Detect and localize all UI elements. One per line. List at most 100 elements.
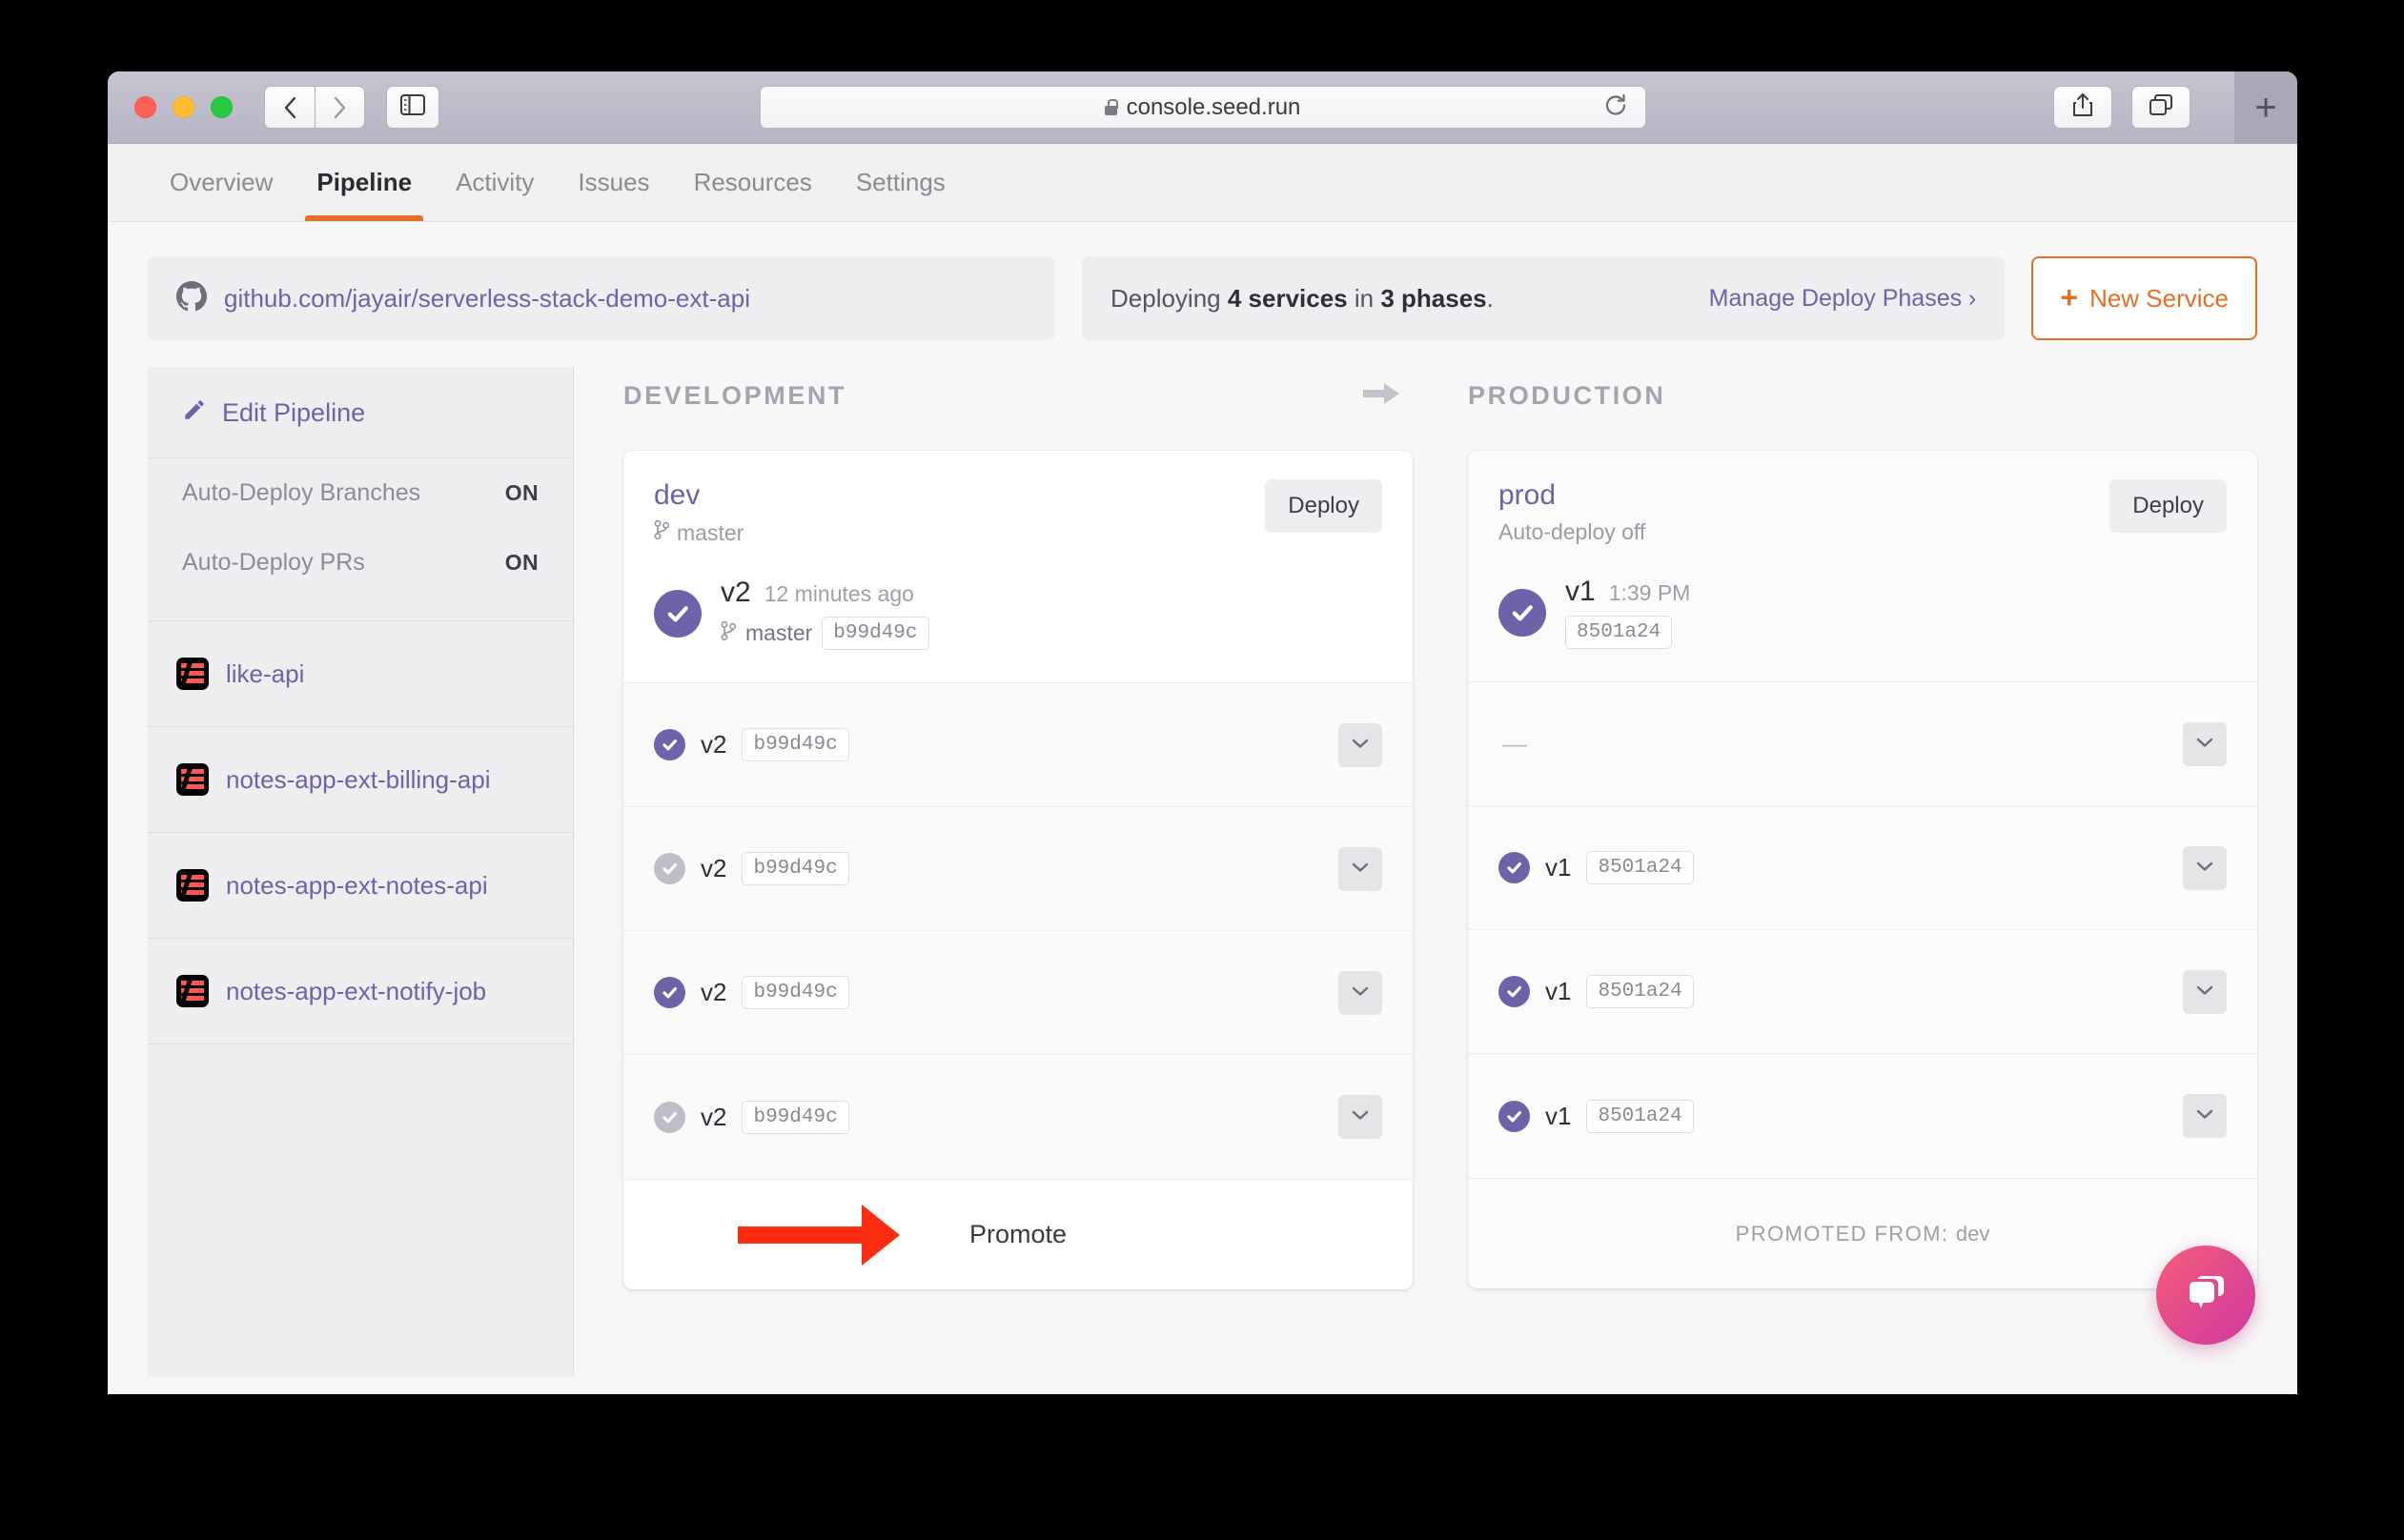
promoted-from-stage: dev (1955, 1221, 1990, 1246)
edit-pipeline-link[interactable]: Edit Pipeline (148, 367, 573, 458)
stage-name[interactable]: dev (654, 479, 744, 512)
expand-row-button[interactable] (1338, 970, 1382, 1015)
tab-resources[interactable]: Resources (672, 144, 834, 221)
build-version: v1 (1565, 576, 1596, 607)
service-commit-hash[interactable]: 8501a24 (1586, 851, 1694, 884)
reload-button[interactable] (1603, 92, 1628, 122)
expand-row-button[interactable] (2183, 845, 2227, 890)
expand-row-button[interactable] (2183, 969, 2227, 1014)
stage-service-rows-prod: — v1 8501a24 v1 8501a24 v1 8501a24 (1468, 681, 2257, 1178)
setting-value: ON (504, 550, 539, 575)
stage-card-prod: prod Auto-deploy off Deploy v1 1:39 PM 8… (1468, 451, 2257, 1288)
table-row[interactable]: v1 8501a24 (1468, 930, 2257, 1054)
forward-button[interactable] (315, 86, 365, 129)
table-row[interactable]: — (1468, 682, 2257, 806)
stage-name[interactable]: prod (1498, 479, 1645, 512)
expand-row-button[interactable] (2183, 1094, 2227, 1138)
setting-auto-deploy-prs[interactable]: Auto-Deploy PRs ON (148, 528, 573, 598)
service-commit-hash[interactable]: b99d49c (742, 1100, 849, 1134)
service-build-info: v2 b99d49c (654, 1100, 849, 1134)
chevron-down-icon (2196, 860, 2213, 877)
maximize-window-button[interactable] (211, 96, 233, 118)
promote-footer[interactable]: Promote (623, 1179, 1413, 1289)
sidebar-service-notes-app-ext-notes-api[interactable]: notes-app-ext-notes-api (148, 833, 573, 939)
chevron-left-icon (283, 96, 296, 119)
share-icon (2072, 92, 2093, 122)
setting-auto-deploy-branches[interactable]: Auto-Deploy Branches ON (148, 458, 573, 528)
sidebar-toggle-button[interactable] (386, 86, 439, 129)
chevron-down-icon (1352, 737, 1369, 754)
new-tab-button[interactable]: + (2234, 71, 2297, 144)
setting-label: Auto-Deploy PRs (182, 549, 365, 576)
service-commit-hash[interactable]: 8501a24 (1586, 975, 1694, 1008)
build-status-success-icon (654, 977, 685, 1008)
tab-activity[interactable]: Activity (434, 144, 556, 221)
address-bar[interactable]: console.seed.run (759, 86, 1646, 129)
chevron-right-icon (334, 96, 347, 119)
expand-row-button[interactable] (1338, 1095, 1382, 1139)
service-commit-hash[interactable]: b99d49c (742, 976, 849, 1009)
promote-button-label: Promote (968, 1220, 1068, 1248)
toolbar-right-buttons (2053, 86, 2190, 129)
tab-pipeline[interactable]: Pipeline (295, 144, 434, 221)
chat-support-button[interactable] (2156, 1246, 2255, 1345)
page-body: Edit Pipeline Auto-Deploy Branches ON Au… (108, 340, 2297, 1377)
expand-row-button[interactable] (2183, 721, 2227, 766)
sidebar-service-like-api[interactable]: like-api (148, 621, 573, 727)
build-commit-hash[interactable]: b99d49c (822, 617, 929, 650)
back-button[interactable] (264, 86, 315, 129)
build-status-success-icon (654, 589, 702, 638)
build-status-success-icon (1498, 1100, 1530, 1132)
tab-settings[interactable]: Settings (834, 144, 968, 221)
sidebar-service-notes-app-ext-notify-job[interactable]: notes-app-ext-notify-job (148, 939, 573, 1044)
build-status-success-icon (1498, 588, 1546, 637)
new-service-label: New Service (2089, 283, 2229, 313)
new-service-button[interactable]: + New Service (2031, 256, 2257, 340)
minimize-window-button[interactable] (173, 96, 194, 118)
sidebar-service-notes-app-ext-billing-api[interactable]: notes-app-ext-billing-api (148, 727, 573, 833)
show-tabs-button[interactable] (2131, 86, 2190, 129)
expand-row-button[interactable] (1338, 846, 1382, 891)
manage-deploy-phases-link[interactable]: Manage Deploy Phases › (1709, 285, 1977, 313)
tab-overview[interactable]: Overview (148, 144, 295, 221)
build-status-success-icon (1498, 852, 1530, 883)
url-text: console.seed.run (1126, 93, 1301, 120)
table-row[interactable]: v2 b99d49c (623, 683, 1413, 807)
service-commit-hash[interactable]: b99d49c (742, 728, 849, 761)
deploy-button-dev[interactable]: Deploy (1265, 479, 1382, 533)
table-row[interactable]: v2 b99d49c (623, 1055, 1413, 1179)
service-build-info: v2 b99d49c (654, 728, 849, 761)
chevron-down-icon (2196, 1107, 2213, 1125)
deploy-button-prod[interactable]: Deploy (2109, 479, 2227, 533)
close-window-button[interactable] (134, 96, 156, 118)
red-arrow-icon (738, 1204, 900, 1266)
service-commit-hash[interactable]: 8501a24 (1586, 1099, 1694, 1133)
service-commit-hash[interactable]: b99d49c (742, 852, 849, 885)
table-row[interactable]: v1 8501a24 (1468, 806, 2257, 930)
build-status-inactive-icon (654, 853, 685, 884)
table-row[interactable]: v2 b99d49c (623, 931, 1413, 1055)
git-branch-icon (721, 620, 737, 646)
build-status-success-icon (1498, 976, 1530, 1007)
pipeline-sidebar: Edit Pipeline Auto-Deploy Branches ON Au… (148, 367, 574, 1377)
service-version: v2 (701, 730, 727, 759)
setting-value: ON (504, 480, 539, 505)
deploy-prefix: Deploying (1110, 283, 1228, 313)
service-build-info: v1 8501a24 (1498, 1099, 1694, 1133)
build-time: 1:39 PM (1608, 580, 1691, 605)
build-commit-hash[interactable]: 8501a24 (1565, 616, 1673, 649)
build-version-row: v1 1:39 PM (1565, 576, 1690, 608)
share-button[interactable] (2053, 86, 2112, 129)
stage-identity: dev master (654, 479, 744, 546)
repository-bar[interactable]: github.com/jayair/serverless-stack-demo-… (148, 256, 1055, 340)
service-version: v2 (701, 854, 727, 882)
repository-link[interactable]: github.com/jayair/serverless-stack-demo-… (224, 284, 750, 314)
table-row[interactable]: v1 8501a24 (1468, 1054, 2257, 1178)
browser-titlebar: console.seed.run + (108, 71, 2297, 144)
sidebar-service-label: notes-app-ext-billing-api (226, 764, 491, 794)
serverless-icon (176, 658, 209, 690)
setting-label: Auto-Deploy Branches (182, 479, 421, 506)
tab-issues[interactable]: Issues (556, 144, 671, 221)
expand-row-button[interactable] (1338, 722, 1382, 767)
table-row[interactable]: v2 b99d49c (623, 807, 1413, 931)
